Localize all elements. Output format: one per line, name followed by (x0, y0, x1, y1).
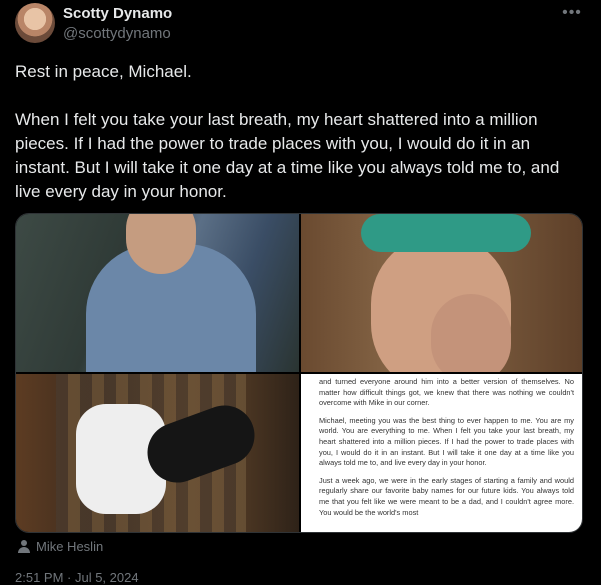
post-timestamp[interactable]: 2:51 PM · Jul 5, 2024 (15, 570, 139, 585)
post-paragraph: When I felt you take your last breath, m… (15, 110, 560, 201)
media-grid: and turned everyone around him into a be… (15, 213, 583, 533)
photo-man-green-bandana[interactable] (301, 214, 582, 372)
avatar[interactable] (15, 3, 55, 43)
letter-paragraph: Michael, meeting you was the best thing … (319, 415, 574, 468)
letter-paragraph: Just a week ago, we were in the early st… (319, 475, 574, 517)
letter-paragraph: and turned everyone around him into a be… (319, 377, 574, 408)
media-credit-name: Mike Heslin (36, 539, 104, 554)
author-name[interactable]: Scotty Dynamo (63, 5, 172, 22)
media-credit[interactable]: Mike Heslin (18, 539, 103, 554)
post-text: Rest in peace, Michael. When I felt you … (15, 60, 585, 204)
author-handle[interactable]: @scottydynamo (63, 25, 171, 42)
photo-letter-text[interactable]: and turned everyone around him into a be… (301, 374, 582, 532)
photo-wedding-couple[interactable] (16, 374, 299, 532)
photo-man-denim-shirt[interactable] (16, 214, 299, 372)
person-icon (18, 540, 30, 553)
post-paragraph: Rest in peace, Michael. (15, 62, 192, 81)
more-horizontal-icon[interactable]: ••• (560, 4, 584, 22)
